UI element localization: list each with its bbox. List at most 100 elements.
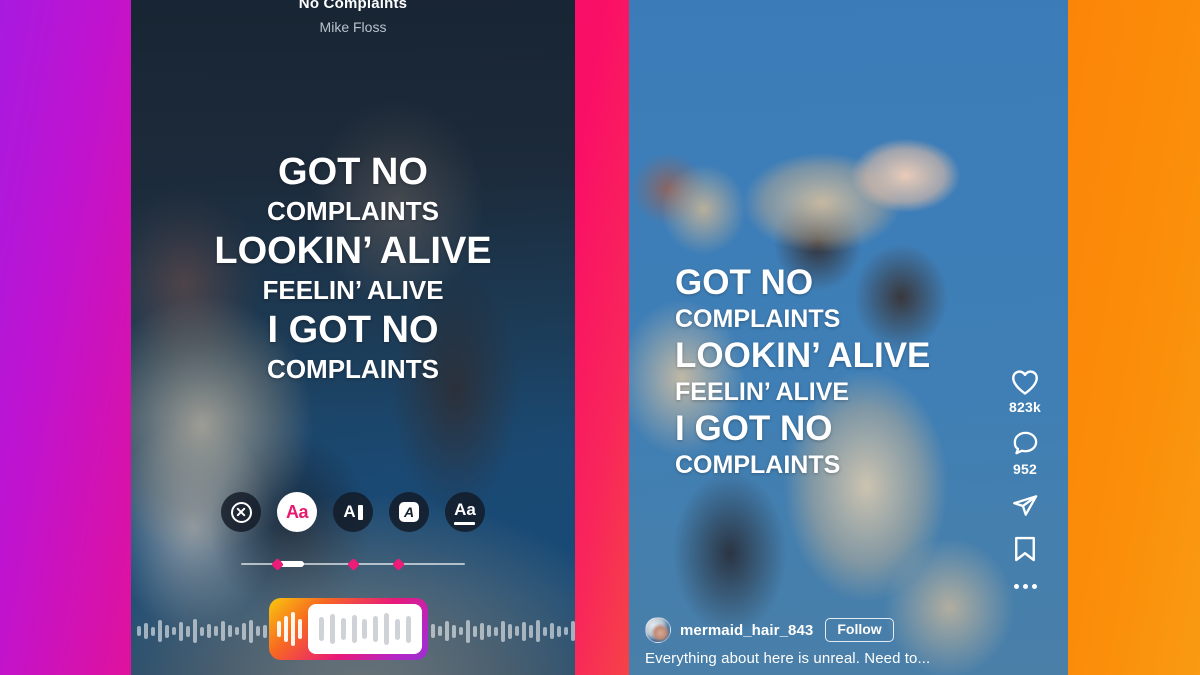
close-circle-icon[interactable] [221, 492, 261, 532]
waveform-bar [235, 627, 239, 635]
trim-inner-bar [395, 618, 401, 640]
waveform-bar [151, 626, 155, 636]
trim-edge-bar [283, 616, 288, 642]
waveform-bar [172, 627, 176, 635]
waveform-bar [459, 627, 463, 635]
waveform-bar [543, 626, 547, 636]
waveform-bar [487, 625, 491, 637]
trim-inner-bar [340, 618, 346, 640]
save-action[interactable] [1011, 534, 1039, 564]
waveform-bar [480, 622, 484, 640]
waveform-bar [550, 623, 554, 639]
letters-aa: Aa [454, 499, 476, 519]
lyric-line: GOT NO [278, 151, 428, 193]
close-icon [230, 501, 252, 523]
trim-inner-bar [351, 615, 357, 643]
lyric-line: I GOT NO [267, 309, 439, 352]
trim-inner-bar [384, 613, 390, 645]
trim-inner-waveform [307, 604, 423, 654]
share-paper-plane-icon[interactable] [1010, 491, 1040, 520]
comment-action[interactable]: 952 [1011, 429, 1040, 477]
trim-inner-bar [406, 615, 412, 643]
font-style-a-box-icon[interactable]: A [389, 492, 429, 532]
waveform-bar [137, 626, 141, 636]
waveform-bar [242, 622, 246, 640]
screenshot-stage: No Complaints Mike Floss GOT NO COMPLAINT… [0, 0, 1200, 675]
font-style-aa-label: Aa [285, 501, 309, 522]
font-style-a-bar-icon[interactable]: A [333, 492, 373, 532]
heart-icon[interactable] [1010, 368, 1040, 396]
waveform-bar [564, 627, 568, 635]
waveform-bar [144, 623, 148, 639]
waveform-bar [529, 624, 533, 638]
font-style-aa-underline-icon[interactable]: Aa [445, 492, 485, 532]
waveform-bar [508, 623, 512, 639]
trim-inner-bar [329, 614, 335, 644]
waveform-bar [214, 626, 218, 636]
follow-button[interactable]: Follow [825, 618, 894, 642]
cursor-bar [357, 504, 363, 520]
lyric-line: COMPLAINTS [267, 354, 439, 385]
waveform-bar [263, 624, 267, 638]
lyrics-timeline-scrubber[interactable] [241, 558, 465, 571]
track-artist: Mike Floss [319, 19, 387, 35]
trim-edge-bar [276, 621, 281, 637]
font-style-toolbar[interactable]: Aa A A Aa [131, 492, 575, 532]
waveform-bar [165, 624, 169, 638]
waveform-bar [557, 625, 561, 637]
waveform-bar [221, 621, 225, 641]
avatar[interactable] [645, 617, 671, 643]
waveform-bar [494, 626, 498, 636]
post-caption[interactable]: Everything about here is unreal. Need to… [645, 650, 982, 667]
track-title: No Complaints [298, 0, 408, 12]
waveform-bar [249, 619, 253, 643]
trim-inner-bar [362, 619, 368, 639]
like-action[interactable]: 823k [1009, 368, 1041, 415]
dot [1022, 584, 1028, 589]
a-with-cursor-icon: A [343, 502, 363, 522]
waveform-bar [501, 620, 505, 642]
waveform-bar [515, 626, 519, 636]
phone-left-editor: No Complaints Mike Floss GOT NO COMPLAINT… [131, 0, 575, 675]
waveform-bar [438, 626, 442, 636]
waveform-bar [473, 625, 477, 637]
audio-trim-selection[interactable] [268, 598, 429, 660]
share-action[interactable] [1010, 491, 1040, 520]
trim-edge-bar [297, 619, 302, 639]
username[interactable]: mermaid_hair_843 [680, 622, 813, 639]
comment-icon[interactable] [1011, 429, 1040, 458]
trim-edge-bar [290, 612, 295, 646]
comment-count: 952 [1013, 461, 1037, 477]
lyric-line: COMPLAINTS [267, 195, 439, 226]
trim-edge-waveform [275, 612, 308, 646]
letter-a: A [343, 502, 356, 521]
dot [1013, 584, 1019, 589]
lyric-line: GOT NO [675, 263, 814, 302]
waveform-bar [207, 624, 211, 638]
waveform-bar [536, 620, 540, 642]
waveform-bar [522, 621, 526, 641]
lyric-line: FEELIN’ ALIVE [262, 275, 444, 306]
waveform-bar [431, 624, 435, 638]
dot [1031, 584, 1037, 589]
music-track-header: No Complaints Mike Floss [131, 0, 575, 38]
font-style-aa-icon[interactable]: Aa [277, 492, 317, 532]
waveform-bar [445, 621, 449, 641]
waveform-bar [571, 621, 575, 641]
reel-post-meta: mermaid_hair_843 Follow Everything about… [645, 617, 982, 667]
lyrics-overlay-left[interactable]: GOT NO COMPLAINTS LOOKIN’ ALIVE FEELIN’ ALI… [131, 151, 575, 391]
phone-right-playback: GOT NO COMPLAINTS LOOKIN’ ALIVE FEELIN’ ALI… [629, 0, 1068, 675]
like-count: 823k [1009, 399, 1041, 415]
trim-inner-bar [318, 617, 324, 641]
waveform-bar [452, 624, 456, 638]
waveform-bar [179, 621, 183, 641]
underline-bar [454, 521, 476, 525]
waveform-bar [228, 625, 232, 637]
more-options-icon[interactable] [1013, 584, 1037, 589]
waveform-bar [158, 620, 162, 642]
waveform-bar [200, 626, 204, 636]
waveform-bar [256, 626, 260, 636]
waveform-bar [466, 619, 470, 643]
bookmark-icon[interactable] [1011, 534, 1039, 564]
a-in-box-icon: A [399, 502, 419, 522]
